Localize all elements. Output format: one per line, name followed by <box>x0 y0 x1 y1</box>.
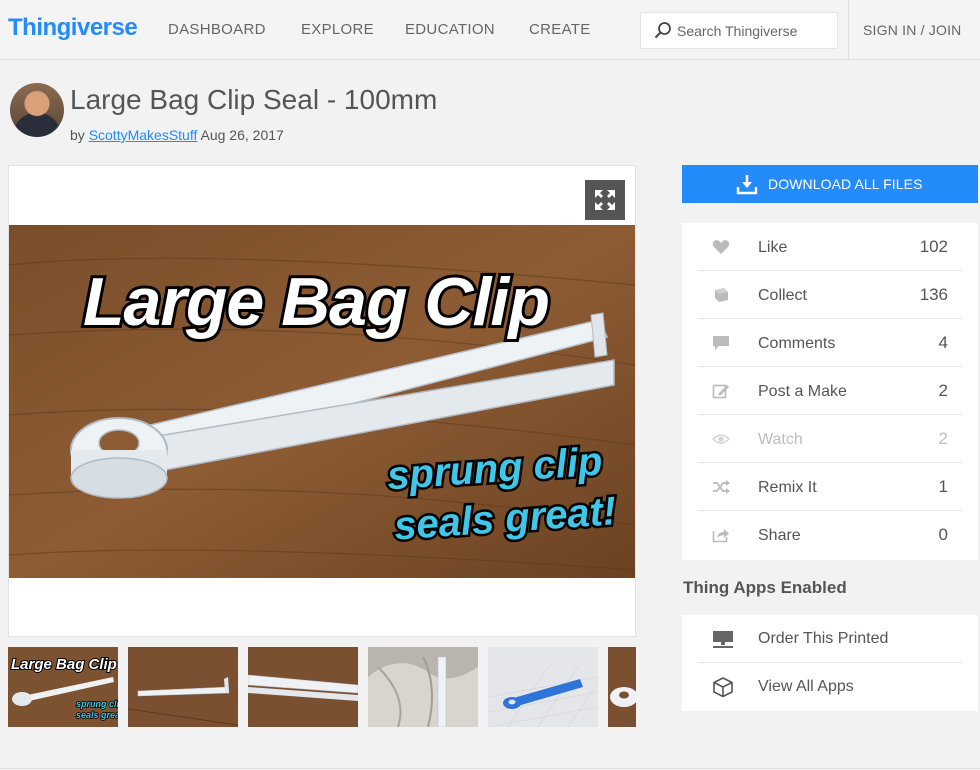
page-title: Large Bag Clip Seal - 100mm <box>70 84 438 115</box>
byline: by ScottyMakesStuff Aug 26, 2017 <box>70 127 284 143</box>
thumbnail-5-image <box>488 647 598 727</box>
watch-button[interactable]: Watch 2 <box>698 415 962 463</box>
order-this-printed-label: Order This Printed <box>758 630 889 647</box>
edit-icon <box>712 384 729 399</box>
thing-apps-panel: Order This Printed View All Apps <box>682 615 978 711</box>
thumbnail-6[interactable] <box>608 647 636 727</box>
fullscreen-button[interactable] <box>585 180 625 220</box>
collect-count: 136 <box>919 285 948 304</box>
thumbnail-1-sub-1: sprung clip <box>76 699 118 709</box>
comments-label: Comments <box>758 335 836 352</box>
search-input[interactable] <box>677 21 832 41</box>
download-all-files-button[interactable]: DOWNLOAD ALL FILES <box>682 165 978 203</box>
thumbnail-1-title: Large Bag Clip <box>11 656 117 673</box>
collect-icon <box>715 288 728 302</box>
thing-stats-panel: Like 102 Collect 136 Comments 4 Post a M… <box>682 223 978 560</box>
thing-apps-heading: Thing Apps Enabled <box>683 578 847 597</box>
footer-divider <box>0 768 980 769</box>
hero-headline: Large Bag Clip <box>83 264 549 340</box>
nav-education[interactable]: EDUCATION <box>405 21 495 38</box>
author-avatar[interactable] <box>10 83 64 137</box>
thingiverse-logo[interactable]: Thingiverse <box>8 14 138 42</box>
like-label: Like <box>758 239 788 256</box>
comments-count: 4 <box>938 333 948 352</box>
thumbnail-3[interactable] <box>248 647 358 727</box>
thumbnail-1[interactable]: Large Bag Clip sprung clip seals great <box>8 647 118 727</box>
comment-icon <box>713 336 729 350</box>
thumbnail-3-image <box>248 647 358 727</box>
thumbnail-2[interactable] <box>128 647 238 727</box>
main-thing-image[interactable]: Large Bag Clip sprung clip seals great! <box>9 225 635 578</box>
nav-create[interactable]: CREATE <box>529 21 591 38</box>
printer-icon <box>713 631 733 648</box>
download-label: DOWNLOAD ALL FILES <box>768 176 923 192</box>
cube-icon <box>713 677 733 698</box>
view-all-apps-label: View All Apps <box>758 678 854 695</box>
post-a-make-label: Post a Make <box>758 383 847 400</box>
download-icon <box>736 175 758 195</box>
thumbnail-4[interactable] <box>368 647 478 727</box>
share-label: Share <box>758 527 801 544</box>
post-a-make-count: 2 <box>938 381 948 400</box>
share-icon <box>712 529 729 543</box>
nav-dashboard[interactable]: DASHBOARD <box>168 21 266 38</box>
byline-by: by <box>70 127 85 143</box>
thumbnail-1-image: Large Bag Clip sprung clip seals great <box>8 647 118 727</box>
like-count: 102 <box>919 237 948 256</box>
thumbnail-1-sub-2: seals great <box>76 710 118 720</box>
thumbnail-5[interactable] <box>488 647 598 727</box>
watch-count: 2 <box>938 429 948 448</box>
comments-button[interactable]: Comments 4 <box>698 319 962 367</box>
watch-label: Watch <box>758 431 803 448</box>
like-button[interactable]: Like 102 <box>698 223 962 271</box>
author-link[interactable]: ScottyMakesStuff <box>89 127 198 143</box>
collect-button[interactable]: Collect 136 <box>698 271 962 319</box>
thumbnail-4-image <box>368 647 478 727</box>
share-button[interactable]: Share 0 <box>698 511 962 559</box>
publish-date: Aug 26, 2017 <box>200 127 284 143</box>
top-navigation-bar: Thingiverse DASHBOARD EXPLORE EDUCATION … <box>0 0 980 60</box>
shuffle-icon <box>713 480 730 494</box>
search-icon <box>654 22 671 39</box>
remix-it-button[interactable]: Remix It 1 <box>698 463 962 511</box>
view-all-apps-link[interactable]: View All Apps <box>698 663 962 711</box>
thumbnail-2-image <box>128 647 238 727</box>
eye-icon <box>712 434 730 444</box>
search-box[interactable] <box>640 12 838 49</box>
share-count: 0 <box>938 525 948 544</box>
nav-explore[interactable]: EXPLORE <box>301 21 374 38</box>
remix-it-label: Remix It <box>758 479 817 496</box>
bag-clip-photo: Large Bag Clip sprung clip seals great! <box>9 225 635 578</box>
heart-icon <box>712 240 730 254</box>
sign-in-join-link[interactable]: SIGN IN / JOIN <box>848 0 980 60</box>
collect-label: Collect <box>758 287 807 304</box>
post-a-make-button[interactable]: Post a Make 2 <box>698 367 962 415</box>
order-this-printed-link[interactable]: Order This Printed <box>698 615 962 663</box>
remix-it-count: 1 <box>938 477 948 496</box>
expand-icon <box>595 190 615 210</box>
thumbnail-6-image <box>608 647 636 727</box>
